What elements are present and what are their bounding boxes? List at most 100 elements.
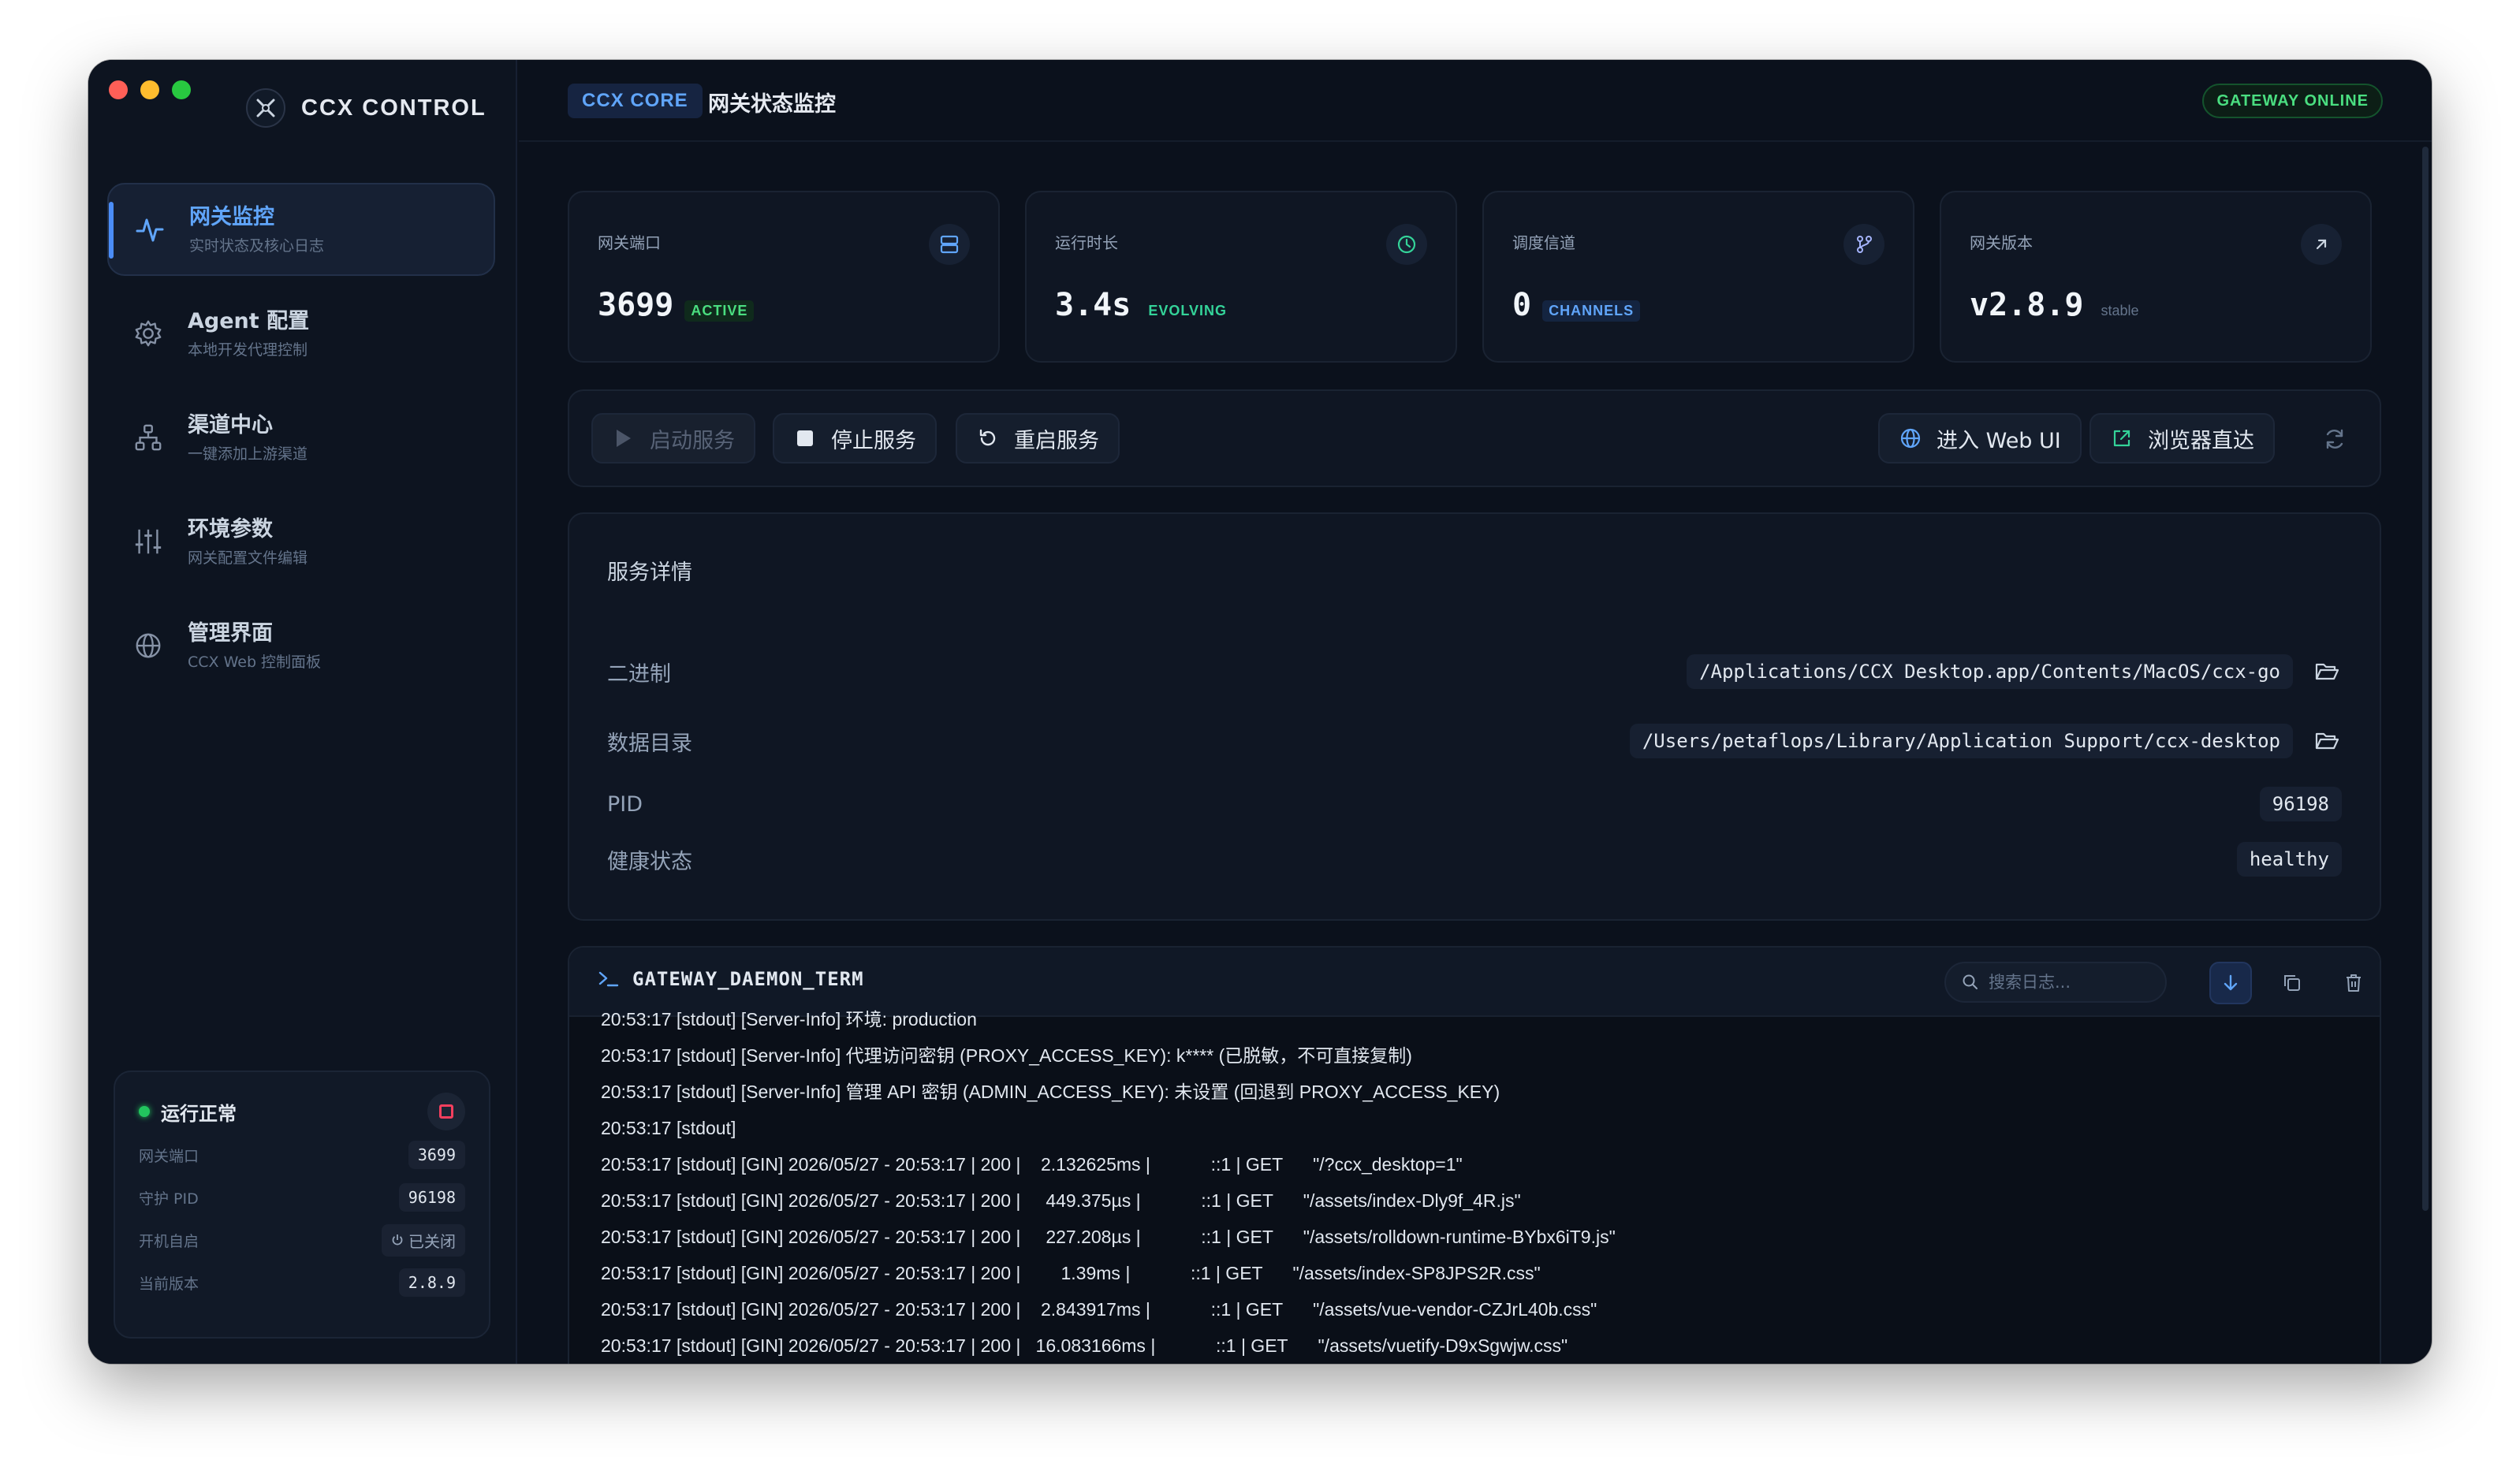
status-key: 网关端口 — [139, 1147, 199, 1165]
health-value: healthy — [2236, 842, 2342, 877]
stat-tag: stable — [2101, 303, 2139, 318]
status-key: 当前版本 — [139, 1275, 199, 1293]
zoom-window-button[interactable] — [172, 80, 191, 99]
open-web-ui-button[interactable]: 进入 Web UI — [1878, 413, 2082, 464]
log-line: 20:53:17 [stdout] [GIN] 2026/05/27 - 20:… — [601, 1227, 1616, 1247]
close-window-button[interactable] — [109, 80, 128, 99]
brand-logo-icon — [246, 88, 285, 128]
terminal-title: GATEWAY_DAEMON_TERM — [632, 968, 864, 990]
stat-value: 0 — [1512, 287, 1532, 323]
sidebar-item-env-params[interactable]: 环境参数 网关配置文件编辑 — [107, 495, 495, 588]
stop-service-button[interactable]: 停止服务 — [773, 413, 937, 464]
log-line: 20:53:17 [stdout] [Server-Info] 环境: prod… — [601, 1009, 977, 1030]
detail-row-data-dir: 数据目录 /Users/petaflops/Library/Applicatio… — [607, 717, 2342, 765]
globe-icon — [131, 628, 166, 663]
sidebar-item-channels[interactable]: 渠道中心 一键添加上游渠道 — [107, 391, 495, 484]
stop-icon — [793, 426, 817, 450]
stat-card-port: 网关端口 3699 ACTIVE — [568, 191, 1000, 363]
log-line: 20:53:17 [stdout] [Server-Info] 管理 API 密… — [601, 1082, 1500, 1102]
start-service-label: 启动服务 — [650, 428, 735, 453]
terminal-icon — [598, 971, 619, 987]
activity-icon — [132, 212, 167, 247]
copy-logs-button[interactable] — [2271, 962, 2313, 1004]
stat-card-uptime: 运行时长 3.4s EVOLVING — [1025, 191, 1457, 363]
topbar: CCX CORE 网关状态监控 GATEWAY ONLINE — [519, 60, 2432, 142]
sidebar-item-admin-ui[interactable]: 管理界面 CCX Web 控制面板 — [107, 599, 495, 692]
autostart-toggle[interactable]: 已关闭 — [382, 1223, 465, 1257]
sidebar-item-title: Agent 配置 — [188, 308, 310, 333]
binary-path: /Applications/CCX Desktop.app/Contents/M… — [1687, 654, 2293, 689]
status-key: 守护 PID — [139, 1190, 199, 1208]
status-key: 开机自启 — [139, 1232, 199, 1250]
log-search-input[interactable] — [1989, 973, 2146, 992]
detail-key: 数据目录 — [607, 731, 692, 756]
open-web-ui-label: 进入 Web UI — [1937, 428, 2061, 453]
stop-icon — [439, 1104, 453, 1119]
main-scrollbar[interactable] — [2422, 147, 2429, 1211]
status-row-port: 网关端口 3699 — [139, 1134, 465, 1176]
sidebar-item-subtitle: 实时状态及核心日志 — [189, 236, 325, 255]
sidebar-item-gateway-monitor[interactable]: 网关监控 实时状态及核心日志 — [107, 183, 495, 276]
scroll-bottom-button[interactable] — [2209, 962, 2252, 1004]
stat-card-version: 网关版本 v2.8.9 stable — [1940, 191, 2372, 363]
log-line: 20:53:17 [stdout] [GIN] 2026/05/27 - 20:… — [601, 1335, 1568, 1356]
detail-key: 二进制 — [607, 661, 671, 687]
sidebar-nav: 网关监控 实时状态及核心日志 Agent 配置 本地开发代理控制 渠道中心 一键… — [107, 183, 495, 703]
status-row-pid: 守护 PID 96198 — [139, 1176, 465, 1219]
stat-value: 3.4s — [1055, 287, 1131, 323]
log-line: 20:53:17 [stdout] [GIN] 2026/05/27 - 20:… — [601, 1299, 1597, 1320]
status-row-autostart: 开机自启 已关闭 — [139, 1219, 465, 1261]
log-line: 20:53:17 [stdout] — [601, 1118, 736, 1138]
arrow-up-right-icon — [2301, 224, 2342, 265]
globe-icon — [1899, 426, 1922, 450]
sidebar-item-title: 网关监控 — [189, 204, 274, 229]
brand: CCX CONTROL — [246, 88, 486, 128]
external-link-icon — [2110, 426, 2134, 450]
app-window: CCX CONTROL 网关监控 实时状态及核心日志 Agent 配置 本地开发… — [88, 60, 2432, 1364]
detail-row-binary: 二进制 /Applications/CCX Desktop.app/Conten… — [607, 648, 2342, 695]
pid-value: 96198 — [2259, 787, 2342, 821]
copy-icon — [2284, 975, 2300, 991]
log-line: 20:53:17 [stdout] [GIN] 2026/05/27 - 20:… — [601, 1263, 1541, 1283]
detail-row-health: 健康状态 healthy — [607, 836, 2342, 883]
status-label: 运行正常 — [161, 1102, 237, 1125]
sidebar-item-agent-config[interactable]: Agent 配置 本地开发代理控制 — [107, 287, 495, 380]
minimize-window-button[interactable] — [140, 80, 159, 99]
clock-icon — [1386, 224, 1427, 265]
restart-service-button[interactable]: 重启服务 — [956, 413, 1120, 464]
sidebar: CCX CONTROL 网关监控 实时状态及核心日志 Agent 配置 本地开发… — [88, 60, 517, 1364]
start-service-button[interactable]: 启动服务 — [591, 413, 755, 464]
sidebar-item-title: 渠道中心 — [188, 412, 273, 438]
stat-tag: CHANNELS — [1542, 300, 1641, 322]
brand-title: CCX CONTROL — [301, 95, 486, 121]
power-icon — [392, 1234, 403, 1246]
status-dot-icon — [139, 1106, 150, 1117]
stat-label: 调度信道 — [1512, 233, 1575, 252]
trash-icon — [2347, 974, 2361, 992]
open-folder-button[interactable] — [2312, 657, 2342, 687]
stat-label: 网关端口 — [598, 233, 661, 252]
sidebar-item-title: 环境参数 — [188, 516, 273, 542]
detail-key: 健康状态 — [607, 849, 692, 874]
folder-open-icon — [2315, 663, 2339, 680]
branch-icon — [1843, 224, 1884, 265]
status-card: 运行正常 网关端口 3699 守护 PID 96198 开机自启 已关闭 当前版… — [114, 1071, 490, 1339]
status-value: 2.8.9 — [398, 1268, 465, 1297]
window-controls — [109, 80, 191, 99]
folder-open-icon — [2315, 732, 2339, 750]
open-browser-button[interactable]: 浏览器直达 — [2089, 413, 2275, 464]
play-icon — [612, 426, 636, 450]
stat-value: 3699 — [598, 287, 674, 323]
restart-icon — [976, 426, 1000, 450]
status-row-version: 当前版本 2.8.9 — [139, 1261, 465, 1304]
quick-stop-button[interactable] — [427, 1093, 465, 1130]
sidebar-item-title: 管理界面 — [188, 620, 273, 646]
log-output[interactable]: 20:53:17 [stdout] [Server-Info] 环境: prod… — [601, 1009, 2348, 1364]
sliders-icon — [131, 524, 166, 559]
breadcrumb-tag: CCX CORE — [568, 84, 703, 118]
stop-service-label: 停止服务 — [831, 428, 916, 453]
open-folder-button[interactable] — [2312, 726, 2342, 756]
clear-logs-button[interactable] — [2332, 962, 2375, 1004]
refresh-button[interactable] — [2313, 418, 2356, 460]
log-line: 20:53:17 [stdout] [Server-Info] 代理访问密钥 (… — [601, 1045, 1412, 1066]
